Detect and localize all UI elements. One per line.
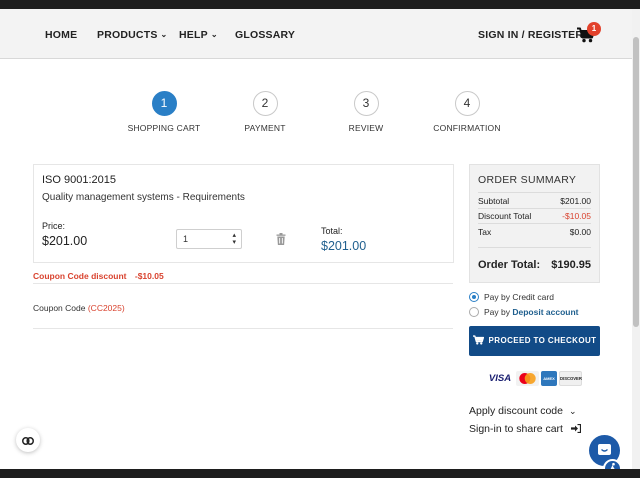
pay-deposit-prefix: Pay by xyxy=(484,307,510,317)
link-icon xyxy=(22,436,34,445)
scrollbar-thumb[interactable] xyxy=(633,37,639,327)
step-shopping-cart: 1 SHOPPING CART xyxy=(109,91,219,133)
visa-logo-text: VISA xyxy=(488,373,512,384)
nav-glossary[interactable]: GLOSSARY xyxy=(235,29,295,41)
discount-value: -$10.05 xyxy=(562,211,591,221)
quantity-value: 1 xyxy=(183,234,189,244)
top-navigation: HOME PRODUCTS ⌄ HELP ⌄ GLOSSARY SIGN IN / … xyxy=(0,9,632,59)
pay-credit-card-label: Pay by Credit card xyxy=(484,292,554,302)
share-cart-label: Sign-in to share cart xyxy=(469,423,563,435)
step-number: 1 xyxy=(151,91,177,116)
discount-row: Discount Total -$10.05 xyxy=(478,211,591,221)
divider xyxy=(33,283,453,284)
product-code: ISO 9001:2015 xyxy=(42,174,117,186)
discover-logo-text: DISCOVER xyxy=(560,376,582,381)
nav-products[interactable]: PRODUCTS ⌄ xyxy=(97,29,167,41)
deposit-account-link[interactable]: Deposit account xyxy=(512,307,578,317)
select-arrows-icon: ▴ ▾ xyxy=(232,232,236,246)
chevron-down-icon: ⌄ xyxy=(568,406,577,416)
step-number: 3 xyxy=(353,91,379,116)
apply-discount-code-label: Apply discount code xyxy=(469,405,563,417)
quantity-select[interactable]: 1 ▴ ▾ xyxy=(176,229,242,249)
page: HOME PRODUCTS ⌄ HELP ⌄ GLOSSARY SIGN IN / … xyxy=(0,9,632,469)
coupon-code-line: Coupon Code (CC2025) xyxy=(33,303,125,313)
step-payment: 2 PAYMENT xyxy=(210,91,320,133)
order-summary-title: ORDER SUMMARY xyxy=(478,174,577,186)
step-label: PAYMENT xyxy=(244,123,286,133)
step-confirmation: 4 CONFIRMATION xyxy=(412,91,522,133)
order-total-label: Order Total: xyxy=(478,259,541,271)
nav-help-label: HELP xyxy=(179,29,208,41)
step-label: REVIEW xyxy=(348,123,384,133)
subtotal-row: Subtotal $201.00 xyxy=(478,196,591,206)
amex-logo-text: AMEX xyxy=(543,376,555,381)
price-value: $201.00 xyxy=(42,234,88,248)
cart-item: ISO 9001:2015 Quality management systems… xyxy=(33,164,454,263)
page-scrollbar[interactable] xyxy=(632,9,640,469)
apply-discount-code-link[interactable]: Apply discount code ⌄ xyxy=(469,405,577,417)
accessibility-icon xyxy=(610,462,615,469)
step-label: CONFIRMATION xyxy=(433,123,501,133)
coupon-discount-label: Coupon Code discount xyxy=(33,271,127,281)
nav-products-label: PRODUCTS xyxy=(97,29,158,41)
nav-help[interactable]: HELP ⌄ xyxy=(179,29,218,41)
discount-label: Discount Total xyxy=(478,211,532,221)
divider xyxy=(33,328,453,329)
accessibility-icon-button[interactable] xyxy=(603,459,622,469)
cart-count-badge: 1 xyxy=(587,22,601,36)
sign-in-register-link[interactable]: SIGN IN / REGISTER xyxy=(478,29,583,41)
divider xyxy=(478,247,591,248)
radio-selected[interactable] xyxy=(469,291,479,302)
tax-label: Tax xyxy=(478,227,492,237)
step-number: 4 xyxy=(454,91,480,116)
tax-row: Tax $0.00 xyxy=(478,227,591,237)
checkout-button-label: PROCEED TO CHECKOUT xyxy=(488,336,597,345)
nav-home[interactable]: HOME xyxy=(45,29,77,41)
accessibility-widget-button[interactable] xyxy=(16,428,40,452)
share-cart-link[interactable]: Sign-in to share cart xyxy=(469,423,581,435)
amex-logo: AMEX xyxy=(541,371,557,386)
order-total-value: $190.95 xyxy=(551,259,591,271)
pay-credit-card-option[interactable]: Pay by Credit card xyxy=(469,291,554,303)
total-label: Total: xyxy=(321,226,343,236)
sign-in-icon xyxy=(570,423,581,433)
coupon-code-label: Coupon Code xyxy=(33,303,86,313)
chevron-down-icon: ⌄ xyxy=(160,30,168,39)
subtotal-label: Subtotal xyxy=(478,196,510,206)
product-title: Quality management systems - Requirement… xyxy=(42,192,245,203)
order-summary: ORDER SUMMARY Subtotal $201.00 Discount … xyxy=(469,164,600,283)
mastercard-icon xyxy=(516,371,539,386)
subtotal-value: $201.00 xyxy=(560,196,591,206)
shopping-cart-icon xyxy=(472,335,484,345)
coupon-code-value: (CC2025) xyxy=(87,303,125,313)
price-label: Price: xyxy=(42,221,66,231)
coupon-discount-line: Coupon Code discount -$10.05 xyxy=(33,271,164,281)
divider xyxy=(478,223,591,224)
proceed-to-checkout-button[interactable]: PROCEED TO CHECKOUT xyxy=(469,326,600,356)
trash-icon[interactable] xyxy=(276,233,286,245)
chevron-down-icon: ⌄ xyxy=(210,30,218,39)
total-value: $201.00 xyxy=(321,239,367,253)
tax-value: $0.00 xyxy=(569,227,591,237)
mastercard-logo xyxy=(516,371,539,386)
pay-deposit-option[interactable]: Pay by Deposit account xyxy=(469,306,579,318)
order-total-row: Order Total: $190.95 xyxy=(478,259,591,271)
divider xyxy=(478,192,591,193)
visa-logo: VISA xyxy=(486,371,514,386)
divider xyxy=(478,208,591,209)
coupon-discount-amount: -$10.05 xyxy=(134,271,164,281)
step-review: 3 REVIEW xyxy=(311,91,421,133)
discover-logo: DISCOVER xyxy=(559,371,582,386)
step-label: SHOPPING CART xyxy=(127,123,201,133)
step-number: 2 xyxy=(252,91,278,116)
radio-unselected[interactable] xyxy=(469,306,479,317)
